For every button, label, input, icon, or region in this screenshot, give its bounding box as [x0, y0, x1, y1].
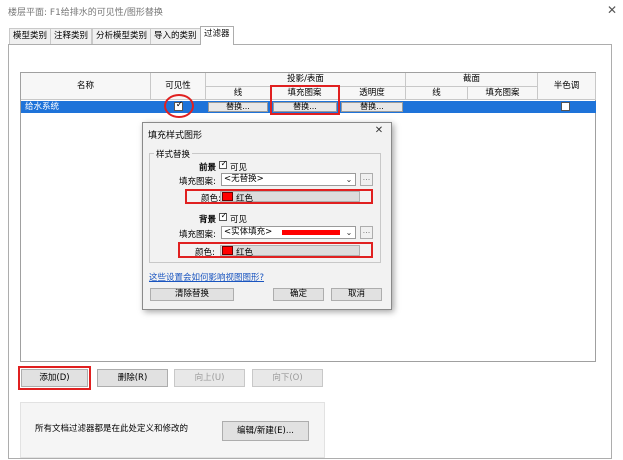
visibility-highlight-circle	[164, 94, 194, 118]
move-down-button[interactable]: 向下(O)	[252, 369, 323, 387]
add-button-highlight-box	[18, 366, 91, 390]
background-pattern-browse-button[interactable]: ...	[360, 226, 373, 239]
background-fill-pattern-label: 填充图案:	[179, 230, 216, 240]
header-cut-lines: 线	[406, 87, 468, 100]
dialog-title: 填充样式图形	[148, 131, 203, 141]
ok-button[interactable]: 确定	[273, 288, 324, 301]
foreground-color-swatch	[222, 192, 233, 201]
fill-pattern-highlight-box	[270, 85, 340, 115]
tab-annotation-categories[interactable]: 注释类别	[50, 28, 93, 44]
background-visible-label: 可见	[230, 215, 248, 225]
tab-filters[interactable]: 过滤器	[200, 26, 234, 45]
background-color-value: 红色	[236, 248, 254, 258]
lines-override-button[interactable]: 替换...	[208, 102, 268, 112]
header-halftone: 半色调	[538, 73, 596, 100]
background-label: 背景	[199, 215, 217, 225]
chevron-down-icon: ⌄	[345, 228, 353, 237]
window-title: 楼层平面: F1给排水的可见性/图形替换	[8, 8, 163, 18]
dialog-close-icon[interactable]: ✕	[372, 124, 386, 138]
header-cut: 截面	[406, 73, 538, 87]
foreground-color-label: 颜色:	[201, 194, 221, 204]
clear-override-button[interactable]: 清除替换	[150, 288, 234, 301]
checkmark-icon: ✓	[220, 159, 228, 168]
delete-button[interactable]: 删除(R)	[97, 369, 168, 387]
foreground-fill-pattern-label: 填充图案:	[179, 177, 216, 187]
background-color-swatch	[222, 246, 233, 255]
tab-analytical-categories[interactable]: 分析模型类别	[92, 28, 152, 44]
header-transparency: 透明度	[339, 87, 406, 100]
tab-imported-categories[interactable]: 导入的类别	[150, 28, 201, 44]
header-cut-fill-pattern: 填充图案	[468, 87, 538, 100]
edit-new-button[interactable]: 编辑/新建(E)...	[222, 421, 309, 441]
background-color-label: 颜色:	[195, 248, 215, 258]
foreground-visible-label: 可见	[230, 163, 248, 173]
foreground-fill-pattern-value: <无替换>	[224, 174, 264, 184]
group-title: 样式替换	[154, 148, 193, 160]
move-up-button[interactable]: 向上(U)	[174, 369, 245, 387]
solid-fill-preview	[282, 230, 340, 235]
foreground-label: 前景	[199, 163, 217, 173]
halftone-checkbox[interactable]	[561, 102, 570, 111]
tab-model-categories[interactable]: 模型类别	[9, 28, 52, 44]
header-name: 名称	[21, 73, 151, 100]
foreground-color-value: 红色	[236, 194, 254, 204]
row-name: 给水系统	[25, 102, 60, 112]
chevron-down-icon: ⌄	[345, 175, 353, 184]
foreground-pattern-browse-button[interactable]: ...	[360, 173, 373, 186]
cancel-button[interactable]: 取消	[331, 288, 382, 301]
help-link[interactable]: 这些设置会如何影响视图图形?	[149, 271, 264, 283]
background-fill-pattern-value: <实体填充>	[224, 227, 273, 237]
checkmark-icon: ✓	[220, 211, 228, 220]
close-icon[interactable]: ✕	[606, 3, 618, 17]
header-lines: 线	[206, 87, 271, 100]
transparency-override-button[interactable]: 替换...	[341, 102, 403, 112]
filter-info-text: 所有文档过滤器都是在此处定义和修改的	[35, 424, 189, 434]
